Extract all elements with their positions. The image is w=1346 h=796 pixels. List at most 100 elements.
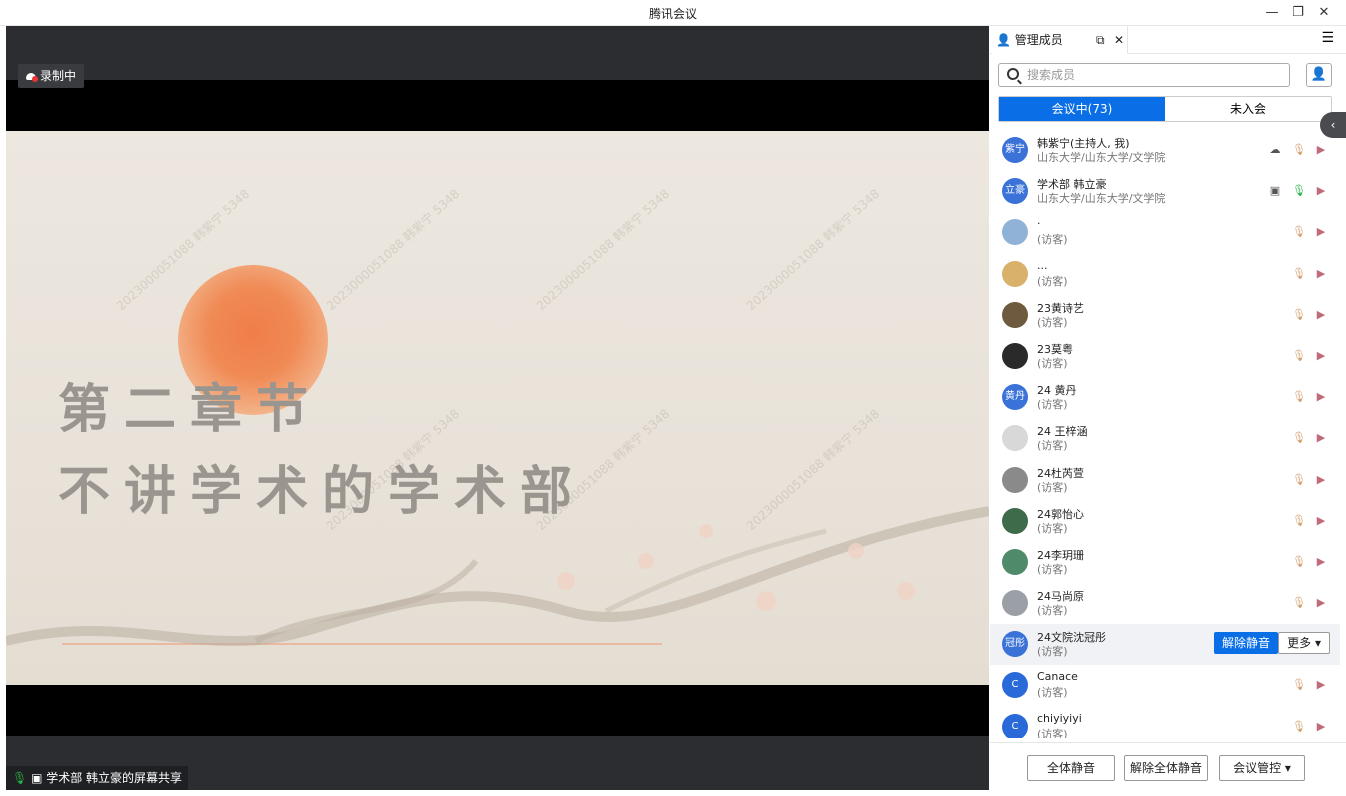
mic-icon: 🎙	[12, 771, 28, 785]
mic-muted-icon[interactable]: 🎙	[1292, 267, 1306, 281]
recording-label: 录制中	[40, 69, 77, 83]
camera-off-icon[interactable]: ▶	[1314, 143, 1328, 157]
cloud-record-icon: ☁	[1269, 143, 1281, 156]
recording-indicator[interactable]: 录制中	[18, 64, 85, 88]
mute-all-button[interactable]: 全体静音	[1027, 755, 1115, 781]
member-status-tabs: 会议中(73) 未入会	[998, 96, 1332, 122]
avatar	[1002, 590, 1028, 617]
member-subtitle: (访客)	[1037, 562, 1068, 576]
mic-muted-icon[interactable]: 🎙	[1292, 308, 1306, 322]
member-row[interactable]: ... (访客) 🎙 ▶	[990, 254, 1340, 295]
shared-slide: 2023000051088 韩紫宁 5348 2023000051088 韩紫宁…	[6, 131, 989, 685]
member-subtitle: 山东大学/山东大学/文学院	[1037, 151, 1166, 164]
avatar	[1002, 219, 1028, 246]
member-row[interactable]: · (访客) 🎙 ▶	[990, 212, 1340, 253]
mic-muted-icon[interactable]: 🎙	[1292, 555, 1306, 569]
camera-off-icon[interactable]: ▶	[1314, 308, 1328, 322]
member-row[interactable]: 23黄诗艺 (访客) 🎙 ▶	[990, 295, 1340, 336]
member-subtitle: (访客)	[1037, 727, 1068, 738]
watermark: 2023000051088 韩紫宁 5348	[323, 186, 463, 314]
restore-button[interactable]: ❐	[1288, 3, 1308, 23]
member-row[interactable]: Cchiyiyiyi (访客) 🎙 ▶	[990, 707, 1340, 738]
camera-off-icon[interactable]: ▶	[1314, 349, 1328, 363]
member-subtitle: (访客)	[1037, 645, 1068, 659]
mic-muted-icon[interactable]: 🎙	[1292, 596, 1306, 610]
avatar: 黄丹	[1002, 384, 1028, 411]
member-row[interactable]: C Canace (访客) 🎙 ▶	[990, 665, 1340, 706]
camera-off-icon[interactable]: ▶	[1314, 514, 1328, 528]
camera-off-icon[interactable]: ▶	[1314, 184, 1328, 198]
avatar	[1002, 301, 1028, 328]
member-row[interactable]: 紫宁 韩紫宁(主持人, 我) 山东大学/山东大学/文学院 ☁ 🎙 ▶	[990, 130, 1340, 171]
mic-on-icon[interactable]: 🎙	[1292, 184, 1306, 198]
mic-muted-icon[interactable]: 🎙	[1292, 349, 1306, 363]
tab-not-joined[interactable]: 未入会	[1165, 97, 1331, 121]
mic-muted-icon[interactable]: 🎙	[1292, 143, 1306, 157]
meeting-control-button[interactable]: 会议管控 ▾	[1219, 755, 1305, 781]
member-subtitle: (访客)	[1037, 274, 1068, 288]
camera-off-icon[interactable]: ▶	[1314, 390, 1328, 404]
letterbox-bottom	[6, 685, 989, 736]
watermark: 2023000051088 韩紫宁 5348	[533, 186, 673, 314]
camera-off-icon[interactable]: ▶	[1314, 555, 1328, 569]
camera-off-icon[interactable]: ▶	[1314, 473, 1328, 487]
member-row[interactable]: 24郭怡心 (访客) 🎙 ▶	[990, 501, 1340, 542]
slide-heading: 第二章节	[58, 379, 323, 440]
mic-muted-icon[interactable]: 🎙	[1292, 514, 1306, 528]
mic-muted-icon[interactable]: 🎙	[1292, 431, 1306, 445]
mic-muted-icon[interactable]: 🎙	[1292, 473, 1306, 487]
member-subtitle: (访客)	[1037, 315, 1068, 329]
invite-member-button[interactable]: 👤	[1306, 63, 1332, 87]
camera-off-icon[interactable]: ▶	[1314, 431, 1328, 445]
avatar	[1002, 260, 1028, 287]
member-row[interactable]: 冠彤 24文院沈冠彤 (访客) 解除静音 更多 ▾	[990, 624, 1340, 666]
mic-muted-icon[interactable]: 🎙	[1292, 390, 1306, 404]
camera-off-icon[interactable]: ▶	[1314, 225, 1328, 239]
member-row[interactable]: 24 王梓涵 (访客) 🎙 ▶	[990, 418, 1340, 459]
tab-in-meeting[interactable]: 会议中(73)	[999, 97, 1165, 121]
watermark: 2023000051088 韩紫宁 5348	[743, 186, 883, 314]
mic-muted-icon[interactable]: 🎙	[1292, 720, 1306, 734]
member-row[interactable]: 24杜芮萱 (访客) 🎙 ▶	[990, 460, 1340, 501]
menu-icon[interactable]: ☰	[1321, 30, 1334, 46]
close-tab-icon[interactable]: ✕	[1114, 26, 1124, 54]
avatar: 立豪	[1002, 178, 1028, 205]
camera-off-icon[interactable]: ▶	[1314, 267, 1328, 281]
close-button[interactable]: ✕	[1314, 3, 1334, 23]
minimize-button[interactable]: —	[1262, 3, 1282, 23]
unmute-all-button[interactable]: 解除全体静音	[1124, 755, 1208, 781]
mic-muted-icon[interactable]: 🎙	[1292, 678, 1306, 692]
tab-label: 管理成员	[1014, 33, 1063, 47]
mic-muted-icon[interactable]: 🎙	[1292, 225, 1306, 239]
plum-branch-illustration	[6, 506, 989, 646]
screen-share-icon: ▣	[31, 771, 43, 785]
member-subtitle: (访客)	[1037, 356, 1068, 370]
camera-off-icon[interactable]: ▶	[1314, 596, 1328, 610]
member-row[interactable]: 24李玥珊 (访客) 🎙 ▶	[990, 542, 1340, 583]
members-icon: 👤	[996, 33, 1011, 47]
member-name: ...	[1037, 258, 1048, 272]
popout-icon[interactable]: ⧉	[1096, 26, 1105, 54]
cloud-record-icon	[26, 73, 38, 82]
avatar: 冠彤	[1002, 631, 1028, 658]
tab-manage-members[interactable]: 👤 管理成员 ⧉ ✕	[992, 26, 1128, 54]
screen-share-icon: ▣	[1269, 184, 1281, 198]
search-input[interactable]: 搜索成员	[998, 63, 1290, 87]
member-row[interactable]: 立豪 学术部 韩立豪 山东大学/山东大学/文学院 ▣ 🎙 ▶	[990, 171, 1340, 212]
member-row[interactable]: 黄丹 24 黄丹 (访客) 🎙 ▶	[990, 377, 1340, 418]
member-subtitle: (访客)	[1037, 233, 1068, 247]
avatar	[1002, 425, 1028, 452]
member-subtitle: (访客)	[1037, 439, 1068, 453]
avatar: 紫宁	[1002, 137, 1028, 163]
unmute-button[interactable]: 解除静音	[1213, 632, 1278, 655]
camera-off-icon[interactable]: ▶	[1314, 720, 1328, 734]
member-row[interactable]: 23莫粤 (访客) 🎙 ▶	[990, 336, 1340, 377]
search-icon	[1007, 68, 1019, 80]
avatar	[1002, 342, 1028, 369]
panel-footer: 全体静音 解除全体静音 会议管控 ▾	[990, 742, 1346, 796]
avatar: C	[1002, 672, 1028, 699]
search-placeholder: 搜索成员	[1027, 68, 1076, 82]
camera-off-icon[interactable]: ▶	[1314, 678, 1328, 692]
member-row[interactable]: 24马尚原 (访客) 🎙 ▶	[990, 583, 1340, 624]
more-button[interactable]: 更多 ▾	[1278, 632, 1330, 655]
